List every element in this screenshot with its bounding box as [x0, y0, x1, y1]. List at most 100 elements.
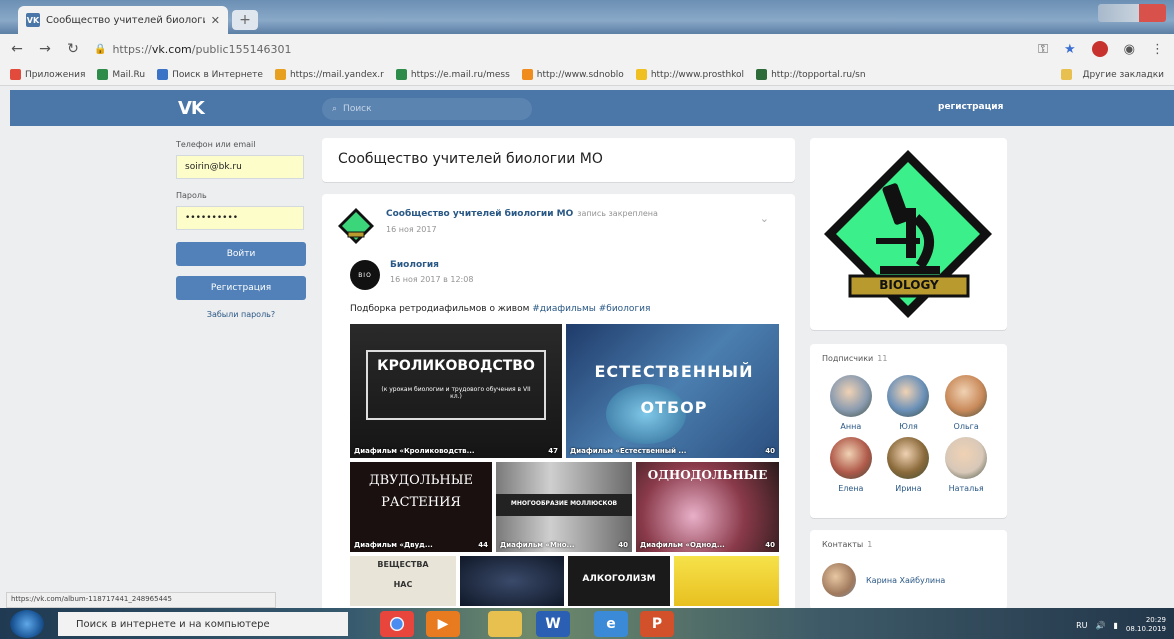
page-title: Сообщество учителей биологии МО: [322, 138, 795, 182]
back-icon[interactable]: ←: [10, 41, 24, 57]
network-icon[interactable]: ▮: [1114, 621, 1118, 630]
chevron-down-icon[interactable]: ⌄: [760, 212, 769, 225]
address-bar: ← → ↻ 🔒 https://vk.com/public155146301 ⚿…: [0, 34, 1174, 64]
folder-icon[interactable]: [488, 611, 522, 637]
bookmark-item[interactable]: Поиск в Интернете: [157, 69, 263, 80]
register-button[interactable]: Регистрация: [176, 276, 306, 300]
subscriber-item[interactable]: Ирина: [880, 437, 938, 493]
tab-close-icon[interactable]: ✕: [211, 14, 220, 27]
microscope-logo-icon: [824, 150, 992, 318]
folder-icon: [1061, 69, 1073, 80]
wall-post: Сообщество учителей биологии МО запись за…: [322, 194, 795, 614]
start-button[interactable]: [10, 610, 44, 638]
forgot-password-link[interactable]: Забыли пароль?: [176, 310, 306, 319]
community-avatar[interactable]: [336, 206, 376, 246]
vk-favicon-icon: VK: [26, 13, 40, 27]
logo-text: BIOLOGY: [879, 278, 939, 292]
subscribers-header[interactable]: Подписчики 11: [822, 354, 995, 363]
contacts-header[interactable]: Контакты 1: [822, 540, 995, 549]
bookmark-item[interactable]: https://e.mail.ru/mess: [395, 69, 510, 80]
taskbar: Поиск в интернете и на компьютере ▶ W e …: [0, 608, 1174, 639]
bookmark-icon: [635, 69, 647, 80]
bookmark-icon: [274, 69, 286, 80]
photo-tile[interactable]: КРОЛИКОВОДСТВО (к урокам биологии и труд…: [350, 324, 562, 458]
taskbar-search-input[interactable]: Поиск в интернете и на компьютере: [58, 612, 348, 636]
internet-explorer-icon[interactable]: e: [594, 611, 628, 637]
avatar: [945, 375, 988, 417]
url-path: /public155146301: [191, 42, 292, 56]
browser-tab[interactable]: VK Сообщество учителей биологи ✕: [18, 6, 228, 34]
window-controls[interactable]: [1098, 4, 1166, 22]
subscriber-item[interactable]: Елена: [822, 437, 880, 493]
photo-tile[interactable]: [460, 556, 564, 606]
other-bookmarks[interactable]: Другие закладки: [1061, 69, 1164, 80]
contact-item[interactable]: Карина Хайбулина: [822, 563, 995, 597]
bookmark-icon: [395, 69, 407, 80]
vk-search-input[interactable]: ⌕ Поиск: [322, 98, 532, 120]
register-link[interactable]: регистрация: [938, 102, 1003, 112]
bookmark-item[interactable]: http://www.sdnoblo: [521, 69, 624, 80]
subscriber-item[interactable]: Юля: [880, 375, 938, 431]
key-icon[interactable]: ⚿: [1038, 42, 1048, 57]
tab-title: Сообщество учителей биологи: [46, 14, 205, 26]
repost-avatar[interactable]: BIO: [350, 260, 380, 290]
bookmark-icon: [10, 69, 21, 80]
repost-author[interactable]: Биология: [390, 260, 473, 270]
url-input[interactable]: 🔒 https://vk.com/public155146301: [94, 38, 1024, 60]
vk-header: VK ⌕ Поиск регистрация: [10, 90, 1174, 126]
subscriber-item[interactable]: Анна: [822, 375, 880, 431]
subscriber-item[interactable]: Наталья: [937, 437, 995, 493]
powerpoint-icon[interactable]: P: [640, 611, 674, 637]
bookmark-icon: [97, 69, 109, 80]
extension-icon[interactable]: [1091, 41, 1108, 57]
photo-tile[interactable]: АЛКОГОЛИЗМ: [568, 556, 670, 606]
language-indicator[interactable]: RU: [1076, 621, 1087, 630]
new-tab-button[interactable]: +: [232, 10, 258, 30]
subscriber-name: Анна: [840, 422, 862, 431]
photo-tile[interactable]: ЕСТЕСТВЕННЫЙ ОТБОР Диафильм «Естественны…: [566, 324, 779, 458]
status-url: https://vk.com/album-118717441_248965445: [6, 592, 276, 608]
bookmark-item[interactable]: http://topportal.ru/sn: [756, 69, 866, 80]
lock-icon: 🔒: [94, 43, 107, 55]
contacts-block: Контакты 1 Карина Хайбулина: [810, 530, 1007, 610]
url-domain: vk.com: [151, 42, 192, 56]
photo-tile[interactable]: [674, 556, 779, 606]
avatar: [887, 375, 930, 417]
post-date[interactable]: 16 ноя 2017: [386, 225, 658, 234]
account-icon[interactable]: ◉: [1124, 42, 1135, 57]
bookmark-item[interactable]: Mail.Ru: [97, 69, 145, 80]
avatar: [829, 437, 872, 479]
reload-icon[interactable]: ↻: [66, 41, 80, 57]
phone-label: Телефон или email: [176, 140, 256, 149]
password-input[interactable]: ••••••••••: [176, 206, 304, 230]
clock[interactable]: 20:29 08.10.2019: [1126, 616, 1166, 634]
bookmark-item[interactable]: https://mail.yandex.r: [274, 69, 384, 80]
subscriber-name: Ирина: [895, 484, 922, 493]
photo-tile[interactable]: ДВУДОЛЬНЫЕ РАСТЕНИЯ Диафильм «Двуд... 44: [350, 462, 492, 552]
bookmark-item[interactable]: http://www.prosthkol: [635, 69, 744, 80]
post-author[interactable]: Сообщество учителей биологии МО: [386, 209, 573, 219]
bookmark-star-icon[interactable]: ★: [1064, 42, 1076, 57]
volume-icon[interactable]: 🔊: [1096, 621, 1106, 630]
password-label: Пароль: [176, 191, 207, 200]
photo-tile[interactable]: ВЕЩЕСТВА НАС: [350, 556, 456, 606]
bookmark-icon: [157, 69, 169, 80]
login-button[interactable]: Войти: [176, 242, 306, 266]
phone-input[interactable]: soirin@bk.ru: [176, 155, 304, 179]
word-icon[interactable]: W: [536, 611, 570, 637]
forward-icon[interactable]: →: [38, 41, 52, 57]
bookmark-item[interactable]: Приложения: [10, 69, 85, 80]
repost-header: BIO Биология 16 ноя 2017 в 12:08: [350, 260, 781, 290]
photo-tile[interactable]: МНОГООБРАЗИЕ МОЛЛЮСКОВ Диафильм «Мно... 4…: [496, 462, 632, 552]
post-hashtags[interactable]: #диафильмы #биология: [532, 304, 650, 314]
community-logo[interactable]: BIOLOGY: [810, 138, 1007, 330]
vk-logo[interactable]: VK: [178, 98, 205, 119]
subscriber-item[interactable]: Ольга: [937, 375, 995, 431]
repost-date[interactable]: 16 ноя 2017 в 12:08: [390, 275, 473, 284]
menu-icon[interactable]: ⋮: [1151, 42, 1164, 57]
media-player-icon[interactable]: ▶: [426, 611, 460, 637]
chrome-icon[interactable]: [380, 611, 414, 637]
avatar: [829, 375, 872, 417]
photo-tile[interactable]: ОДНОДОЛЬНЫЕ Диафильм «Однод... 40: [636, 462, 779, 552]
subscribers-block: Подписчики 11 Анна Юля Ольга Елена Ирина Натал…: [810, 344, 1007, 518]
